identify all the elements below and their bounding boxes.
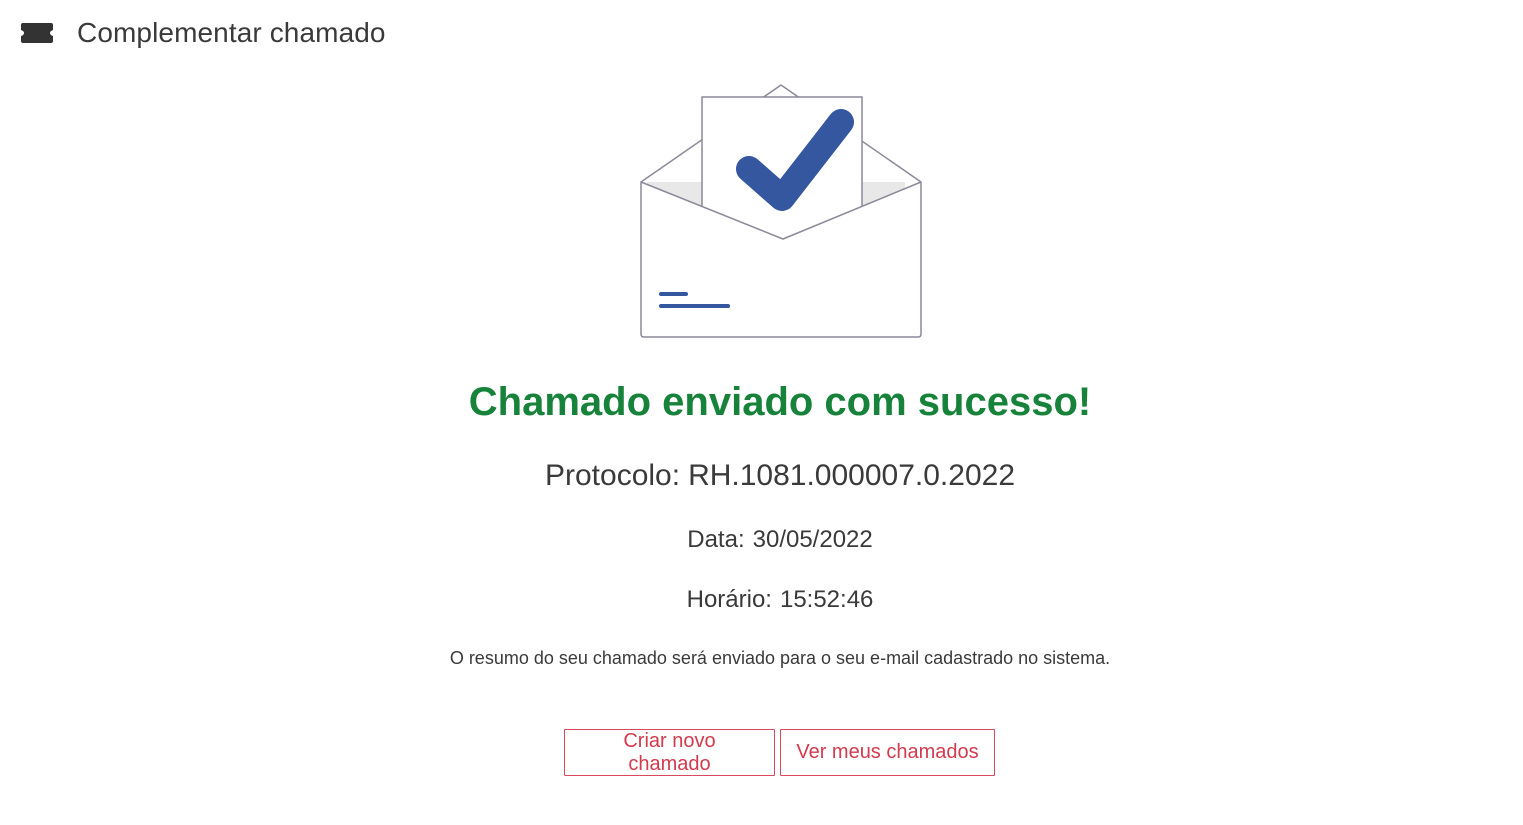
success-page: Complementar chamado Chamado enviado com…: [0, 0, 1523, 825]
protocol-line: Protocolo: RH.1081.000007.0.2022: [0, 459, 1523, 493]
date-line: Data: 30/05/2022: [0, 526, 1523, 554]
date-label: Data:: [687, 526, 745, 553]
action-buttons: Criar novo chamado Ver meus chamados: [564, 729, 995, 776]
new-ticket-button[interactable]: Criar novo chamado: [564, 729, 775, 776]
page-header: Complementar chamado: [20, 14, 386, 52]
date-value: 30/05/2022: [752, 526, 873, 553]
ticket-icon: [20, 22, 54, 44]
protocol-value: RH.1081.000007.0.2022: [688, 459, 1016, 492]
success-heading: Chamado enviado com sucesso!: [468, 380, 1092, 424]
time-label: Horário:: [686, 586, 772, 613]
envelope-check-icon: [637, 82, 925, 340]
my-tickets-button[interactable]: Ver meus chamados: [780, 729, 995, 776]
time-value: 15:52:46: [779, 586, 874, 613]
page-title: Complementar chamado: [77, 17, 386, 48]
summary-note: O resumo do seu chamado será enviado par…: [449, 648, 1111, 668]
protocol-label: Protocolo:: [544, 459, 681, 492]
time-line: Horário: 15:52:46: [0, 586, 1523, 614]
